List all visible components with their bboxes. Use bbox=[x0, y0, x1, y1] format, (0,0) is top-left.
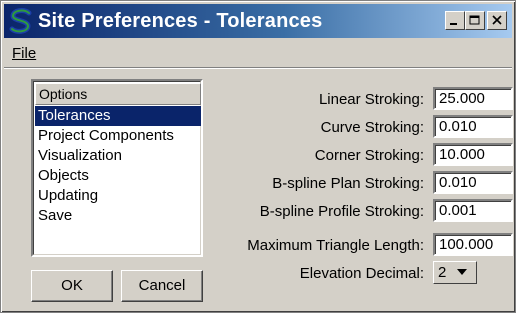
corner-stroking-label: Corner Stroking: bbox=[314, 147, 424, 164]
menu-file-label: File bbox=[12, 45, 37, 62]
list-item-project-components[interactable]: Project Components bbox=[35, 126, 201, 146]
bspline-profile-stroking-field[interactable]: 0.001 bbox=[433, 199, 513, 222]
menu-separator bbox=[4, 67, 512, 69]
menu-file[interactable]: File bbox=[12, 45, 36, 62]
list-item-objects[interactable]: Objects bbox=[35, 166, 201, 186]
curve-stroking-field[interactable]: 0.010 bbox=[433, 115, 513, 138]
linear-stroking-label: Linear Stroking: bbox=[318, 91, 424, 108]
max-triangle-length-label: Maximum Triangle Length: bbox=[247, 237, 424, 254]
minimize-icon bbox=[450, 23, 457, 25]
title-bar[interactable]: Site Preferences - Tolerances bbox=[4, 4, 512, 38]
options-list[interactable]: Options Tolerances Project Components Vi… bbox=[31, 79, 203, 257]
list-item-updating[interactable]: Updating bbox=[35, 186, 201, 206]
options-header[interactable]: Options bbox=[35, 83, 201, 105]
list-item-tolerances[interactable]: Tolerances bbox=[35, 106, 201, 126]
bspline-plan-stroking-label: B-spline Plan Stroking: bbox=[272, 175, 424, 192]
list-item-visualization[interactable]: Visualization bbox=[35, 146, 201, 166]
site-preferences-window: Site Preferences - Tolerances File Optio… bbox=[0, 0, 516, 313]
menu-bar: File bbox=[4, 41, 512, 65]
minimize-button[interactable] bbox=[445, 11, 465, 30]
list-item-save[interactable]: Save bbox=[35, 206, 201, 226]
close-button[interactable] bbox=[487, 11, 507, 30]
corner-stroking-field[interactable]: 10.000 bbox=[433, 143, 513, 166]
max-triangle-length-field[interactable]: 100.000 bbox=[433, 233, 513, 256]
ok-button[interactable]: OK bbox=[31, 270, 113, 302]
maximize-icon bbox=[469, 15, 480, 25]
bspline-plan-stroking-field[interactable]: 0.010 bbox=[433, 171, 513, 194]
logo-s-icon[interactable] bbox=[8, 8, 34, 34]
bspline-profile-stroking-label: B-spline Profile Stroking: bbox=[259, 203, 424, 220]
window-title: Site Preferences - Tolerances bbox=[38, 10, 323, 32]
curve-stroking-label: Curve Stroking: bbox=[320, 119, 424, 136]
elevation-decimal-label: Elevation Decimal: bbox=[299, 265, 424, 282]
elevation-decimal-dropdown[interactable]: 2 bbox=[433, 261, 477, 284]
cancel-button[interactable]: Cancel bbox=[121, 270, 203, 302]
maximize-button[interactable] bbox=[465, 11, 485, 30]
linear-stroking-field[interactable]: 25.000 bbox=[433, 87, 513, 110]
close-icon bbox=[492, 15, 502, 25]
elevation-decimal-value: 2 bbox=[438, 264, 447, 281]
chevron-down-icon bbox=[457, 269, 467, 275]
